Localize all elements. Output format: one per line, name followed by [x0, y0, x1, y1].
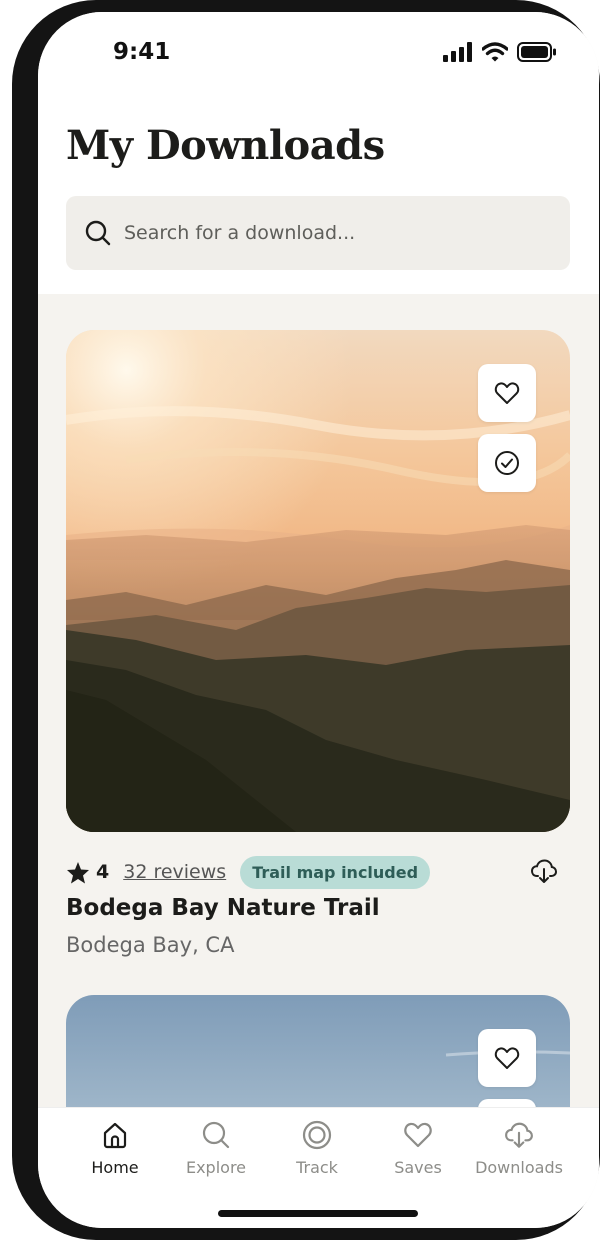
completed-check-button[interactable] [478, 434, 536, 492]
app-screen: 9:41 My Downloads Search for a download.… [38, 12, 599, 1228]
trail-image[interactable] [66, 330, 570, 832]
wifi-icon [482, 42, 508, 62]
search-icon [85, 220, 111, 246]
tab-home[interactable]: Home [65, 1120, 165, 1177]
phone-frame: 9:41 My Downloads Search for a download.… [12, 0, 600, 1240]
tab-track[interactable]: Track [267, 1120, 367, 1177]
status-bar: 9:41 [38, 12, 599, 92]
home-icon [103, 1122, 127, 1149]
page-header: My Downloads [38, 92, 599, 294]
status-time: 9:41 [113, 39, 171, 65]
trail-name[interactable]: Bodega Bay Nature Trail [66, 895, 380, 921]
tab-label: Downloads [475, 1158, 563, 1177]
save-favorite-button[interactable] [478, 364, 536, 422]
search-bar[interactable] [66, 196, 570, 270]
check-circle-icon [495, 451, 519, 475]
battery-icon [517, 42, 556, 62]
heart-icon [494, 1047, 520, 1069]
tab-explore[interactable]: Explore [166, 1120, 266, 1177]
trail-map-badge: Trail map included [240, 855, 431, 889]
search-icon [202, 1121, 230, 1149]
search-input[interactable] [124, 222, 544, 244]
target-icon [302, 1120, 332, 1150]
tab-label: Home [91, 1158, 139, 1177]
status-icons [443, 42, 557, 62]
trail-meta-row: 4 32 reviews Trail map included [66, 855, 570, 889]
heart-icon [494, 382, 520, 404]
tab-label: Explore [185, 1158, 247, 1177]
rating-value: 4 [96, 861, 110, 883]
page-title: My Downloads [66, 122, 385, 169]
star-icon [67, 861, 89, 883]
reviews-link[interactable]: 32 reviews [123, 861, 226, 883]
tab-label: Saves [394, 1158, 442, 1177]
home-indicator[interactable] [218, 1210, 418, 1217]
cloud-download-icon [505, 1122, 533, 1148]
tab-downloads[interactable]: Downloads [469, 1120, 569, 1177]
tab-label: Track [296, 1158, 338, 1177]
trail-location: Bodega Bay, CA [66, 933, 235, 957]
tab-saves[interactable]: Saves [368, 1120, 468, 1177]
cloud-download-icon[interactable] [530, 857, 558, 885]
heart-icon [404, 1122, 432, 1148]
save-favorite-button[interactable] [478, 1029, 536, 1087]
cellular-signal-icon [443, 42, 472, 62]
